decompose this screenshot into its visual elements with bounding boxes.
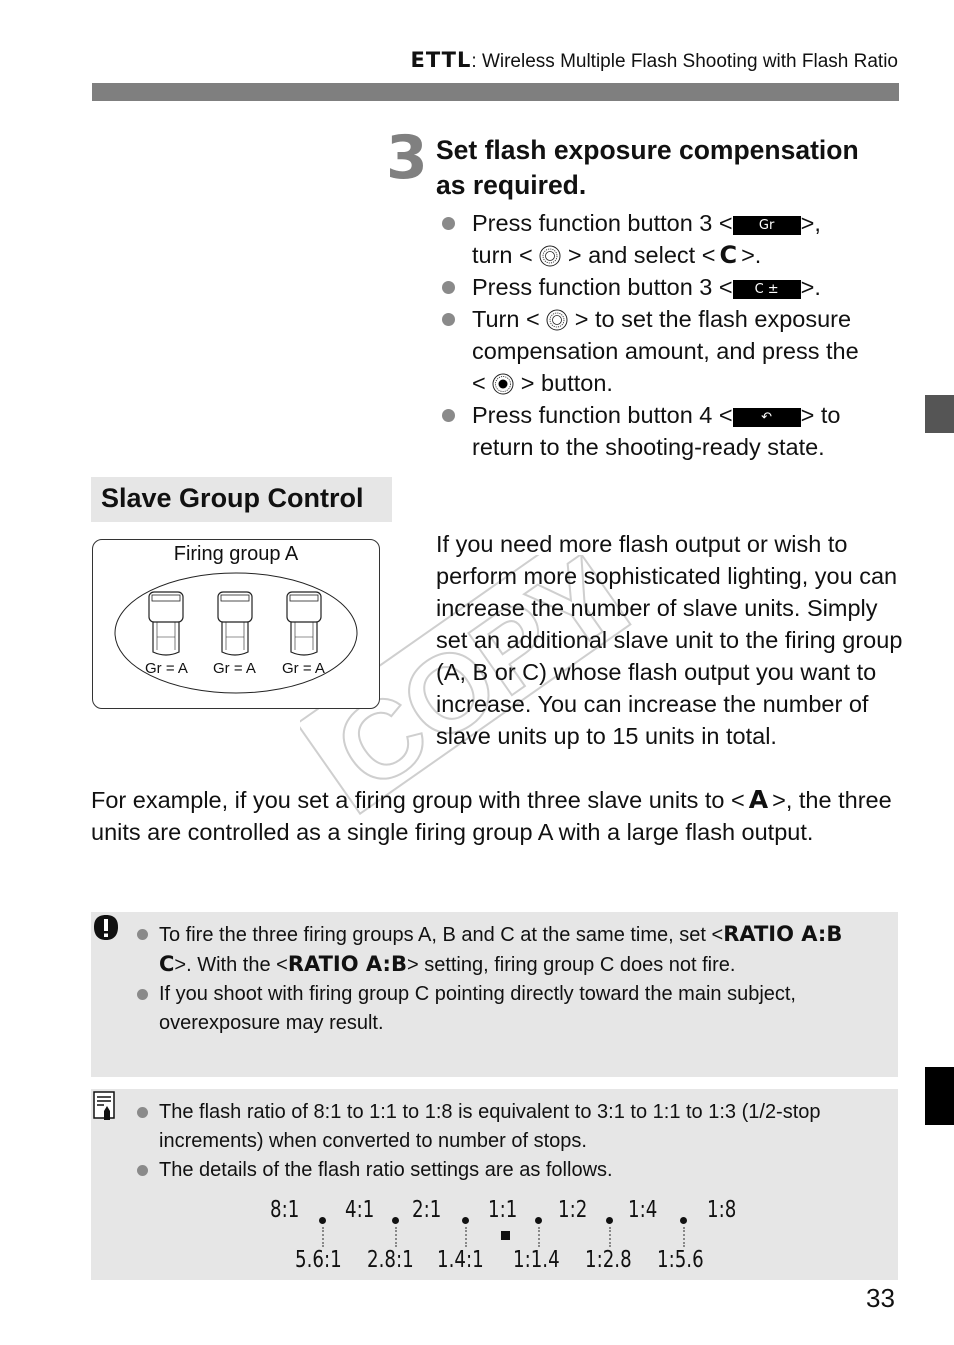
example-paragraph: For example, if you set a firing group w… [91,785,892,845]
memo-box: The flash ratio of 8:1 to 1:1 to 1:8 is … [91,1089,898,1280]
half-stop-ratio-label: 1:5.6 [657,1247,704,1273]
caution-box: To fire the three firing groups A, B and… [91,912,898,1077]
chapter-tab-marker [925,395,954,433]
half-stop-connector [322,1227,324,1247]
half-stop-dot [535,1217,542,1224]
unit-group-label: Gr = A [282,660,325,677]
group-c-icon: C [719,241,738,269]
function-button-4-return-icon: ↶ [732,408,801,427]
header-bar [92,83,899,101]
bullet-item: Turn < > to set the flash exposure compe… [440,303,910,399]
half-stop-connector [609,1227,611,1247]
step-number: 3 [386,123,428,193]
half-stop-ratio-label: 1.4:1 [437,1247,484,1273]
half-stop-connector [538,1227,540,1247]
page-header: ETTL: Wireless Multiple Flash Shooting w… [411,48,898,73]
slave-group-paragraph: If you need more flash output or wish to… [436,531,903,749]
bullet-dot [442,281,455,294]
select-dial-icon [546,309,568,331]
speedlite-icon [217,591,253,656]
select-dial-icon [539,245,561,267]
full-stop-ratio-label: 1:1 [488,1197,518,1223]
unit-group-label: Gr = A [213,660,256,677]
firing-group-diagram: Firing group A Gr = A Gr = A Gr = A [92,539,380,709]
full-stop-ratio-label: 1:2 [558,1197,588,1223]
half-stop-ratio-label: 2.8:1 [367,1247,414,1273]
speedlite-icon [286,591,322,656]
bullet-item: Press function button 3 < Gr >, turn < > a… [440,207,910,271]
half-stop-ratio-label: 1:2.8 [585,1247,632,1273]
bullet-dot [137,929,148,940]
unit-group-label: Gr = A [145,660,188,677]
step-bullets: Press function button 3 < Gr >, turn < > a… [440,207,910,463]
ettl-mode-label: ETTL [410,48,472,72]
speedlite-icon [148,591,184,656]
half-stop-dot [392,1217,399,1224]
set-button-icon [492,373,514,395]
half-stop-dot [319,1217,326,1224]
full-stop-ratio-label: 2:1 [412,1197,442,1223]
half-stop-connector [465,1227,467,1247]
caution-icon [94,915,118,940]
full-stop-ratio-label: 1:8 [707,1197,737,1223]
bullet-dot [137,989,148,1000]
bullet-dot [442,217,455,230]
bullet-item: Press function button 3 < C ± >. [440,271,910,303]
section-heading: Slave Group Control [91,477,392,522]
full-stop-ratio-label: 4:1 [345,1197,375,1223]
caution-item: To fire the three firing groups A, B and… [137,920,877,980]
function-button-3-c-comp-icon: C ± [732,280,801,299]
half-stop-dot [680,1217,687,1224]
bullet-dot [442,313,455,326]
full-stop-ratio-label: 1:4 [628,1197,658,1223]
bullet-dot [442,409,455,422]
chapter-tab-marker-black [925,1067,954,1125]
function-button-3-gr-icon: Gr [732,216,801,235]
group-a-icon: A [748,785,769,814]
page-number: 33 [866,1283,895,1313]
center-marker [501,1231,510,1240]
half-stop-dot [462,1217,469,1224]
header-title: : Wireless Multiple Flash Shooting with … [471,51,898,72]
half-stop-connector [683,1227,685,1247]
flash-ratio-scale: 8:1 4:1 2:1 1:1 1:2 1:4 1:8 5.6:1 2.8:1 1.4:1 1:1.… [91,1089,898,1280]
half-stop-ratio-label: 5.6:1 [295,1247,342,1273]
ratio-ab-label: RATIO A:B [287,952,407,976]
step-title: Set flash exposure compensation as requi… [436,135,859,200]
half-stop-ratio-label: 1:1.4 [513,1247,560,1273]
caution-list: To fire the three firing groups A, B and… [137,920,877,1038]
caution-item: If you shoot with firing group C pointin… [137,980,877,1038]
diagram-artwork [114,572,358,694]
half-stop-dot [606,1217,613,1224]
half-stop-connector [395,1227,397,1247]
bullet-item: Press function button 4 < ↶ > to return to… [440,399,910,463]
full-stop-ratio-label: 8:1 [270,1197,300,1223]
